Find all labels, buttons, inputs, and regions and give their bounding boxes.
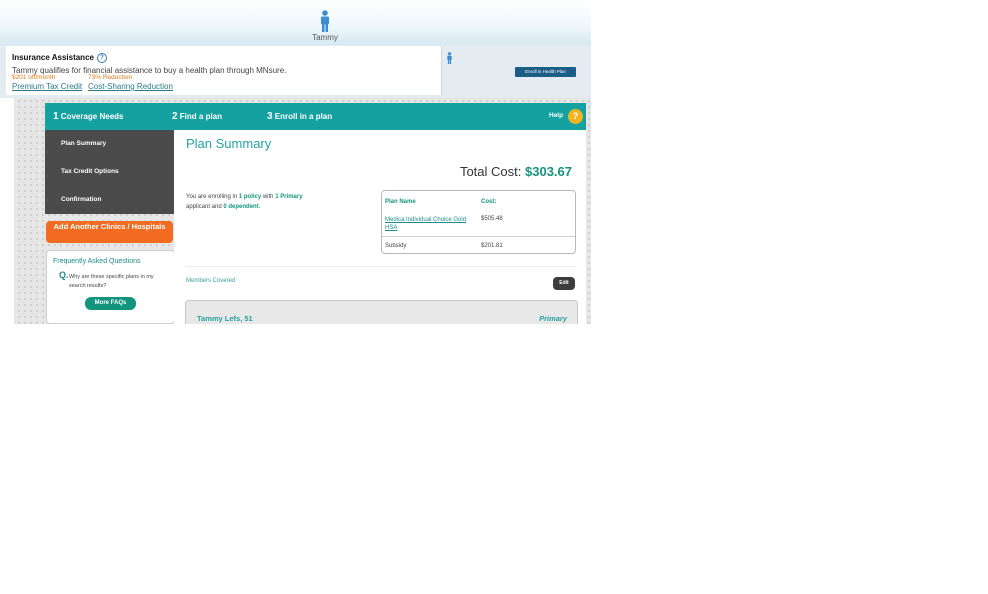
total-cost: Total Cost: $303.67 <box>460 164 572 179</box>
more-faqs-button[interactable]: More FAQs <box>85 297 136 310</box>
enrollment-summary: You are enrolling in 1 policy with 1 Pri… <box>186 192 336 212</box>
sidebar-item-confirmation[interactable]: Confirmation <box>61 196 101 203</box>
assistance-panel: Insurance Assistance? Tammy qualifies fo… <box>6 46 442 95</box>
total-cost-value: $303.67 <box>525 164 572 179</box>
step-find-a-plan[interactable]: 2 Find a plan <box>172 111 222 122</box>
step-label: Find a plan <box>179 112 223 121</box>
plan-name-link[interactable]: Medica Individual Choice Gold HSA <box>385 216 480 232</box>
enroll-text: applicant and <box>186 204 222 210</box>
add-clinics-button[interactable]: Add Another Clinics / Hospitals <box>46 221 173 243</box>
plan-cost: $505.48 <box>481 216 503 222</box>
app-frame: Tammy Insurance Assistance? Tammy qualif… <box>0 0 591 324</box>
step-number: 2 <box>172 111 178 122</box>
members-covered-label: Members Covered <box>186 278 236 284</box>
reduction-amount: 73% Reduction <box>88 74 133 81</box>
assistance-title-text: Insurance Assistance <box>12 53 94 63</box>
step-coverage-needs[interactable]: 1 Coverage Needs <box>53 111 124 122</box>
sidebar-item-tax-credit-options[interactable]: Tax Credit Options <box>61 168 119 175</box>
member-card: Tammy Lefs, 51 Primary <box>185 300 578 324</box>
member-name: Tammy Lefs, 51 <box>197 314 253 323</box>
cost-sharing-reduction-link[interactable]: Cost-Sharing Reduction <box>88 82 173 91</box>
faq-title: Frequently Asked Questions <box>53 258 141 265</box>
help-link[interactable]: Help <box>549 112 563 119</box>
step-enroll-in-a-plan[interactable]: 3 Enroll in a plan <box>267 111 332 122</box>
enroll-dependent-count: 0 dependent <box>223 204 259 210</box>
step-number: 1 <box>53 111 59 122</box>
enroll-primary-count: 1 Primary <box>275 194 303 200</box>
subsidy-value: $201.81 <box>481 243 503 249</box>
person-icon[interactable] <box>319 10 331 32</box>
subsidy-label: Subsidy <box>385 243 407 249</box>
faq-panel: Frequently Asked Questions Q. Why are th… <box>46 250 175 324</box>
step-label: Coverage Needs <box>60 112 124 121</box>
credit-amount: $201 off/month <box>12 74 56 81</box>
question-icon[interactable]: ? <box>96 53 107 63</box>
step-label: Enroll in a plan <box>274 112 333 121</box>
faq-q-icon: Q. <box>59 270 69 280</box>
sidebar-nav: Plan Summary Tax Credit Options Confirma… <box>45 130 174 214</box>
step-number: 3 <box>267 111 273 122</box>
steps-bar: 1 Coverage Needs 2 Find a plan 3 Enroll … <box>45 103 586 130</box>
plan-summary-panel: Plan Summary Total Cost: $303.67 You are… <box>174 130 586 324</box>
divider <box>382 236 575 237</box>
divider <box>186 266 576 267</box>
cost-header: Cost: <box>481 199 497 205</box>
enroll-health-plan-button[interactable]: Enroll in Health Plan <box>515 67 576 77</box>
assistance-row: Insurance Assistance? Tammy qualifies fo… <box>0 45 591 98</box>
sidebar-item-plan-summary[interactable]: Plan Summary <box>61 140 106 147</box>
faq-question[interactable]: Why are these specific plans in my searc… <box>69 273 169 291</box>
member-role: Primary <box>539 314 567 323</box>
user-name: Tammy <box>312 33 338 42</box>
enroll-text: You are enrolling in <box>186 194 238 200</box>
total-cost-label: Total Cost: <box>459 164 522 179</box>
enroll-text: with <box>262 194 274 200</box>
page-title: Plan Summary <box>186 136 272 151</box>
plan-cost-card: Plan Name Cost: Medica Individual Choice… <box>381 190 576 254</box>
edit-button[interactable]: Edit <box>553 277 575 290</box>
premium-tax-credit-link[interactable]: Premium Tax Credit <box>12 82 82 91</box>
person-icon <box>447 52 452 64</box>
page-gutter <box>10 98 14 324</box>
help-icon[interactable]: ? <box>568 109 583 124</box>
enroll-text: . <box>258 204 261 210</box>
plan-name-header: Plan Name <box>385 199 416 205</box>
enroll-policy-count: 1 policy <box>238 194 262 200</box>
user-header: Tammy <box>0 0 591 45</box>
assistance-title: Insurance Assistance? <box>12 53 107 63</box>
